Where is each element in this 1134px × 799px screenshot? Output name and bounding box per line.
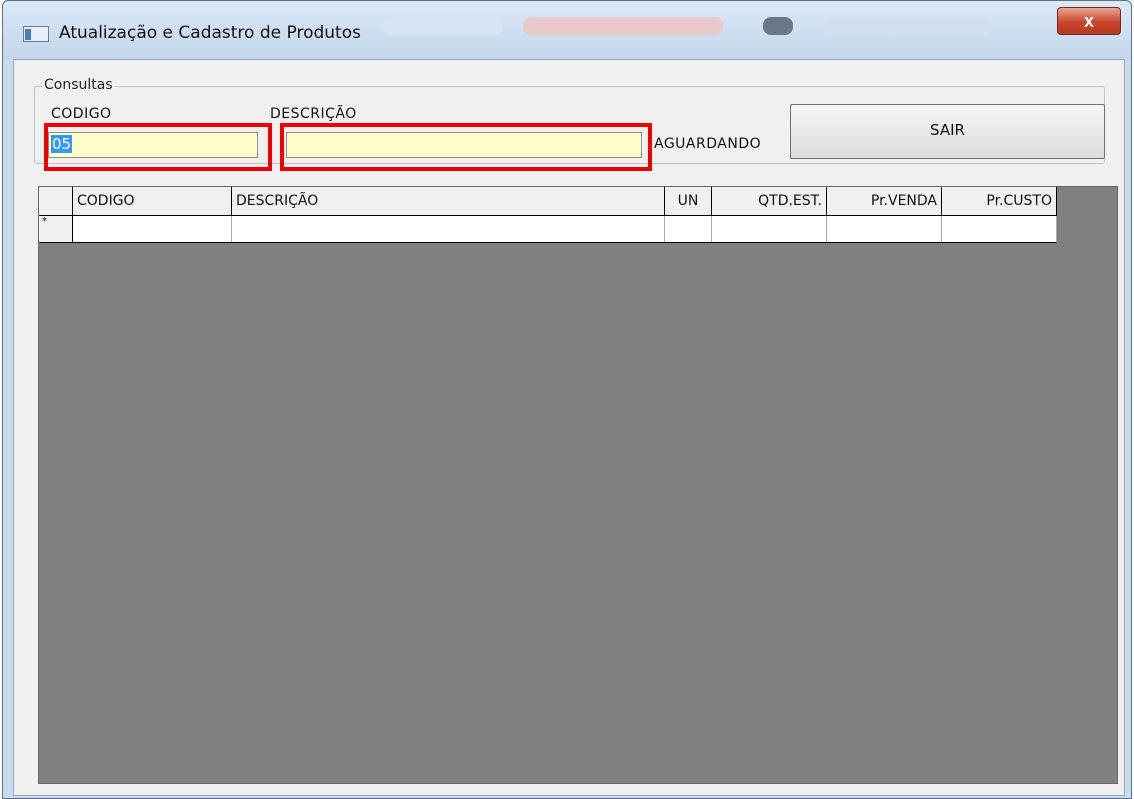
- col-header-pr-custo[interactable]: Pr.CUSTO: [941, 187, 1057, 216]
- col-header-un[interactable]: UN: [664, 187, 712, 216]
- cell-pr-venda[interactable]: [826, 215, 942, 243]
- sair-button[interactable]: SAIR: [790, 104, 1105, 159]
- window-title: Atualização e Cadastro de Produtos: [59, 23, 361, 43]
- products-grid[interactable]: CODIGO DESCRIÇÃO UN QTD.EST. Pr.VENDA Pr…: [38, 186, 1118, 784]
- close-icon: x: [1083, 11, 1094, 31]
- col-header-codigo[interactable]: CODIGO: [72, 187, 232, 216]
- blurred-background: [383, 17, 503, 35]
- form-client-area: Consultas CODIGO DESCRIÇÃO 05 AGUARDANDO…: [13, 59, 1125, 796]
- title-bar[interactable]: Atualização e Cadastro de Produtos x: [3, 1, 1131, 59]
- highlight-descricao-box: [280, 123, 652, 171]
- sair-button-label: SAIR: [930, 121, 965, 139]
- cell-descricao[interactable]: [231, 215, 665, 243]
- blurred-background: [763, 17, 793, 35]
- cell-un[interactable]: [664, 215, 712, 243]
- cell-qtd-est[interactable]: [711, 215, 827, 243]
- blurred-background: [823, 17, 993, 35]
- codigo-label: CODIGO: [51, 106, 112, 122]
- new-row-marker: *: [39, 215, 73, 243]
- window: Atualização e Cadastro de Produtos x Con…: [2, 0, 1132, 799]
- close-button[interactable]: x: [1057, 7, 1121, 35]
- cell-codigo[interactable]: [72, 215, 232, 243]
- status-text: AGUARDANDO: [654, 136, 762, 152]
- col-header-pr-venda[interactable]: Pr.VENDA: [826, 187, 942, 216]
- app-window-icon: [23, 26, 49, 42]
- products-table: CODIGO DESCRIÇÃO UN QTD.EST. Pr.VENDA Pr…: [39, 187, 1057, 243]
- col-header-descricao[interactable]: DESCRIÇÃO: [231, 187, 665, 216]
- col-header-qtd-est[interactable]: QTD.EST.: [711, 187, 827, 216]
- new-row[interactable]: *: [39, 215, 1057, 243]
- descricao-label: DESCRIÇÃO: [270, 106, 357, 122]
- groupbox-label: Consultas: [42, 77, 115, 93]
- grid-header-row: CODIGO DESCRIÇÃO UN QTD.EST. Pr.VENDA Pr…: [39, 187, 1057, 216]
- blurred-background: [523, 17, 723, 35]
- highlight-codigo-box: [44, 123, 272, 171]
- cell-pr-custo[interactable]: [941, 215, 1057, 243]
- row-selector-header: [39, 187, 73, 216]
